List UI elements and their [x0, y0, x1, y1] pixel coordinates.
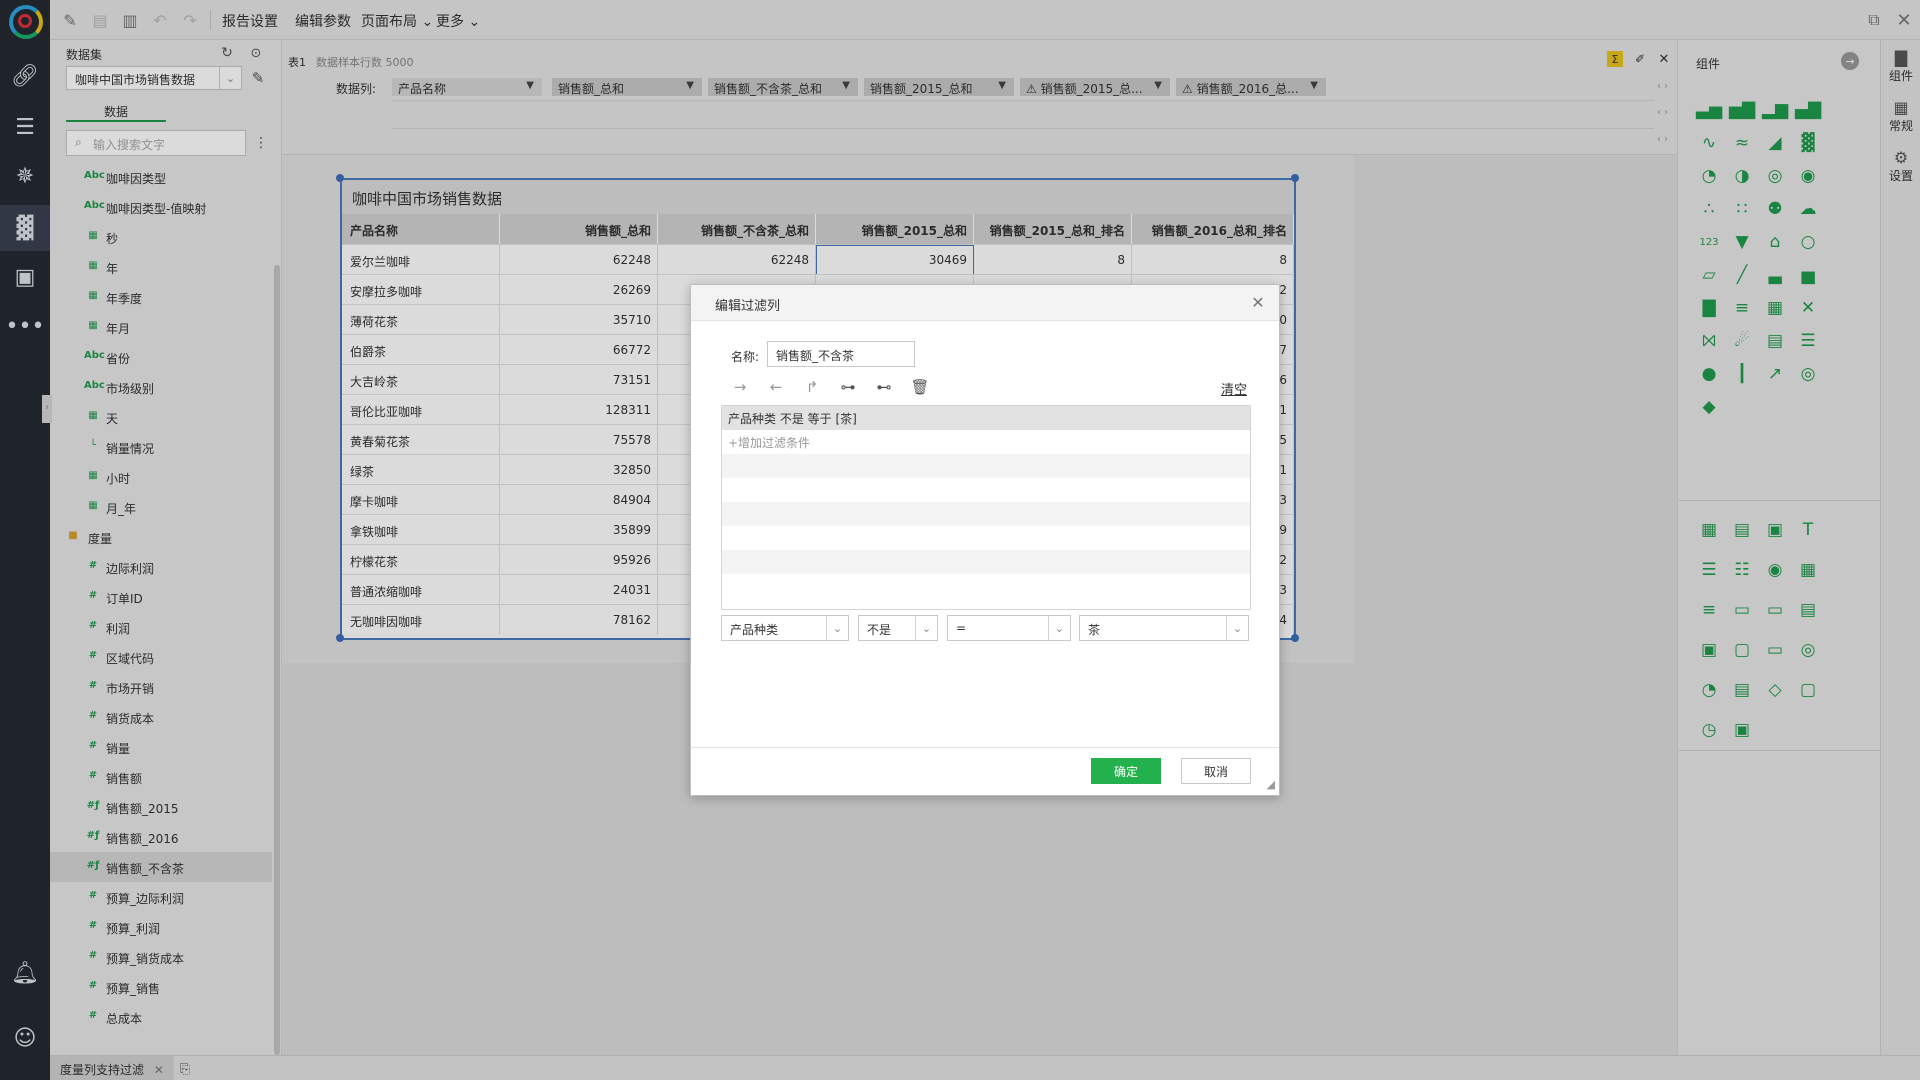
value-select[interactable]: 茶 ⌄: [1079, 615, 1249, 641]
condition-item[interactable]: 产品种类 不是 等于 [茶]: [722, 406, 1250, 430]
clear-link[interactable]: 清空: [1221, 379, 1247, 398]
operator-select-value: =: [956, 621, 967, 635]
field-select-value: 产品种类: [730, 623, 779, 637]
operator-select[interactable]: = ⌄: [947, 615, 1071, 641]
ok-button[interactable]: 确定: [1091, 758, 1161, 784]
insert-condition-icon[interactable]: ⊶: [835, 375, 861, 399]
dialog-footer: 确定 取消 ◢: [691, 747, 1279, 795]
name-label: 名称:: [731, 350, 760, 364]
condition-empty-row: [722, 502, 1250, 526]
filter-name-input[interactable]: 销售额_不含茶: [767, 341, 915, 367]
resize-grip-icon[interactable]: ◢: [1267, 778, 1275, 791]
close-icon[interactable]: ✕: [1247, 291, 1269, 313]
chevron-down-icon: ⌄: [915, 616, 937, 640]
chevron-down-icon: ⌄: [1226, 616, 1248, 640]
arrow-right-icon[interactable]: →: [727, 375, 753, 399]
condition-empty-row: [722, 454, 1250, 478]
condition-empty-row: [722, 574, 1250, 598]
condition-empty-row: [722, 478, 1250, 502]
append-condition-icon[interactable]: ⊷: [871, 375, 897, 399]
value-select-value: 茶: [1088, 623, 1101, 637]
negate-select-value: 不是: [867, 623, 892, 637]
arrow-left-icon[interactable]: ←: [763, 375, 789, 399]
condition-empty-row: [722, 526, 1250, 550]
add-condition-link[interactable]: +增加过滤条件: [722, 430, 1250, 454]
return-icon[interactable]: ↱: [799, 375, 825, 399]
trash-icon[interactable]: 🗑︎: [907, 375, 933, 399]
chevron-down-icon: ⌄: [826, 616, 848, 640]
cancel-button[interactable]: 取消: [1181, 758, 1251, 784]
chevron-down-icon: ⌄: [1048, 616, 1070, 640]
negate-select[interactable]: 不是 ⌄: [858, 615, 938, 641]
condition-empty-row: [722, 550, 1250, 574]
dialog-title: 编辑过滤列: [691, 285, 1279, 321]
condition-list: 产品种类 不是 等于 [茶] +增加过滤条件: [721, 405, 1251, 610]
edit-filter-dialog: 编辑过滤列 ✕ 名称: 销售额_不含茶 → ← ↱ ⊶ ⊷ 🗑︎ 清空 产品种类…: [690, 284, 1280, 796]
field-select[interactable]: 产品种类 ⌄: [721, 615, 849, 641]
